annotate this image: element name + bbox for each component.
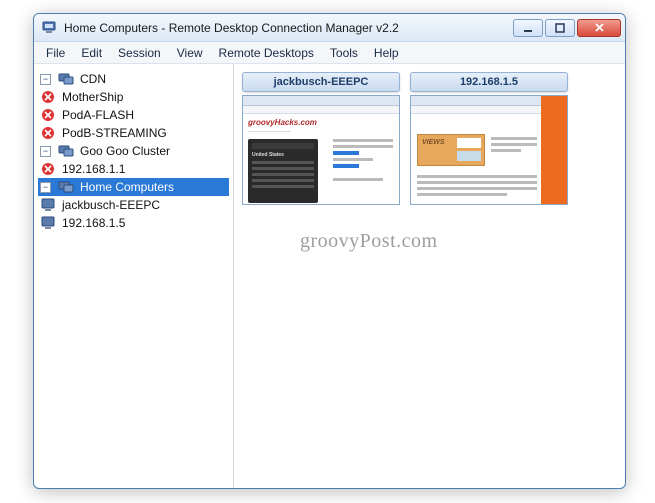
thumbnail-preview[interactable]: groovyHacks.com ──────────── United Stat… xyxy=(242,95,400,205)
group-icon xyxy=(58,143,74,159)
window-buttons xyxy=(511,19,621,37)
collapse-icon[interactable]: − xyxy=(40,74,51,85)
menu-tools[interactable]: Tools xyxy=(322,44,366,62)
tree-label: CDN xyxy=(78,72,108,86)
disconnected-icon xyxy=(40,161,56,177)
tree-label: MotherShip xyxy=(60,90,125,104)
tree-label: PodA-FLASH xyxy=(60,108,136,122)
thumbnail-title: jackbusch-EEEPC xyxy=(242,72,400,92)
app-icon xyxy=(42,20,58,36)
disconnected-icon xyxy=(40,89,56,105)
menu-remote-desktops[interactable]: Remote Desktops xyxy=(211,44,322,62)
tree-label: 192.168.1.1 xyxy=(60,162,127,176)
tree-node-poda-flash[interactable]: PodA-FLASH xyxy=(38,106,229,124)
tree-label: jackbusch-EEEPC xyxy=(60,198,162,212)
tree-node-mothership[interactable]: MotherShip xyxy=(38,88,229,106)
tree-label: 192.168.1.5 xyxy=(60,216,127,230)
tree-node-jackbusch-eeepc[interactable]: jackbusch-EEEPC xyxy=(38,196,229,214)
menu-session[interactable]: Session xyxy=(110,44,169,62)
tree-panel[interactable]: − CDN MotherShip PodA-FLASH xyxy=(34,64,234,488)
group-icon xyxy=(58,71,74,87)
disconnected-icon xyxy=(40,125,56,141)
client-area: − CDN MotherShip PodA-FLASH xyxy=(34,64,625,488)
thumbnail-panel: jackbusch-EEEPC groovyHacks.com ────────… xyxy=(234,64,625,488)
disconnected-icon xyxy=(40,107,56,123)
titlebar[interactable]: Home Computers - Remote Desktop Connecti… xyxy=(34,14,625,42)
maximize-button[interactable] xyxy=(545,19,575,37)
thumbnail-preview[interactable]: VIEWS xyxy=(410,95,568,205)
tree-group-home-computers[interactable]: − Home Computers xyxy=(38,178,229,196)
window-title: Home Computers - Remote Desktop Connecti… xyxy=(64,21,511,35)
menu-view[interactable]: View xyxy=(169,44,211,62)
banner-text: VIEWS xyxy=(422,139,445,146)
tree-label: Home Computers xyxy=(78,180,176,194)
menu-help[interactable]: Help xyxy=(366,44,407,62)
group-icon xyxy=(58,179,74,195)
collapse-icon[interactable]: − xyxy=(40,146,51,157)
tree-label: PodB-STREAMING xyxy=(60,126,169,140)
menu-edit[interactable]: Edit xyxy=(73,44,110,62)
menubar: File Edit Session View Remote Desktops T… xyxy=(34,42,625,64)
panel-heading: United States xyxy=(252,152,314,158)
tree-group-cdn[interactable]: − CDN xyxy=(38,70,229,88)
thumbnail-title: 192.168.1.5 xyxy=(410,72,568,92)
menu-file[interactable]: File xyxy=(38,44,73,62)
collapse-icon[interactable]: − xyxy=(40,182,51,193)
tree-node-192-168-1-5[interactable]: 192.168.1.5 xyxy=(38,214,229,232)
page-brand: groovyHacks.com xyxy=(248,118,394,127)
connected-icon xyxy=(40,197,56,213)
tree-group-goo-goo-cluster[interactable]: − Goo Goo Cluster xyxy=(38,142,229,160)
connected-icon xyxy=(40,215,56,231)
thumbnail-192-168-1-5[interactable]: 192.168.1.5 VIEWS xyxy=(410,72,568,205)
minimize-button[interactable] xyxy=(513,19,543,37)
close-button[interactable] xyxy=(577,19,621,37)
tree-node-192-168-1-1[interactable]: 192.168.1.1 xyxy=(38,160,229,178)
tree-label: Goo Goo Cluster xyxy=(78,144,172,158)
app-window: Home Computers - Remote Desktop Connecti… xyxy=(33,13,626,489)
tree-node-podb-streaming[interactable]: PodB-STREAMING xyxy=(38,124,229,142)
thumbnail-jackbusch-eeepc[interactable]: jackbusch-EEEPC groovyHacks.com ────────… xyxy=(242,72,400,205)
